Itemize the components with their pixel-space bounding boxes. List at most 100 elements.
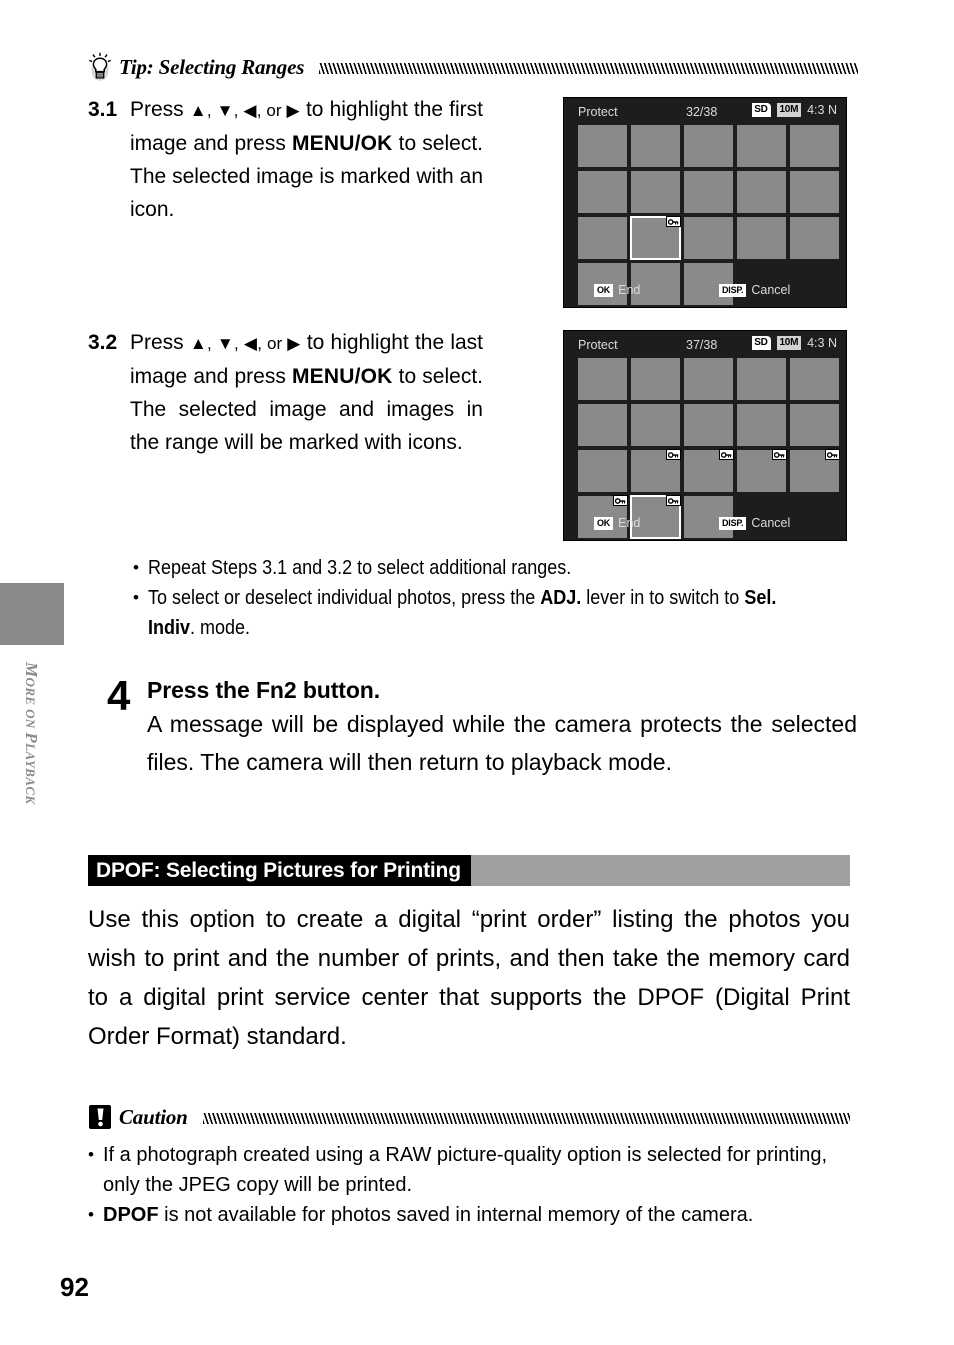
disp-key-icon: DISP. [719, 516, 747, 530]
lcd-thumbnail[interactable] [630, 216, 681, 260]
list-item-text: If a photograph created using a RAW pict… [103, 1140, 850, 1200]
lcd-thumbnail[interactable] [631, 171, 680, 213]
lcd-1-disp-hint[interactable]: DISP. Cancel [719, 283, 790, 297]
lcd-1-title: Protect [578, 105, 618, 119]
lcd-1-count: 32/38 [686, 105, 718, 119]
caution-notes-list: • If a photograph created using a RAW pic… [88, 1140, 850, 1230]
bullet-dot-icon: • [133, 558, 139, 577]
lcd-thumbnail[interactable] [737, 171, 786, 213]
list-item: • Repeat Steps 3.1 and 3.2 to select addi… [133, 553, 858, 583]
lcd-thumbnail[interactable] [790, 217, 839, 259]
lcd-2-ok-label: End [618, 516, 641, 530]
tip-callout-header: Tip: Selecting Ranges [88, 50, 858, 84]
lcd-thumbnail[interactable] [684, 125, 733, 167]
list-item-text: Repeat Steps 3.1 and 3.2 to select addit… [148, 553, 787, 583]
caution-title: Caution [119, 1104, 188, 1129]
dpof-body-text: Use this option to create a digital “pri… [88, 906, 850, 1050]
lcd-1-thumbnail-grid[interactable] [578, 125, 839, 305]
lcd-2-badges: SD 10M 4:3 N [752, 336, 837, 350]
image-size-badge: 10M [776, 103, 802, 117]
substep-3-2-part-a: Press [130, 331, 190, 354]
substep-3-2-arrows: ▲, ▼, ◀, or ▶ [189, 334, 301, 353]
substep-3-1-number: 3.1 [88, 98, 118, 121]
lcd-thumbnail[interactable] [684, 358, 733, 400]
lcd-thumbnail[interactable] [737, 404, 786, 446]
lcd-thumbnail[interactable] [737, 125, 786, 167]
emphasis-text: DPOF [103, 1204, 159, 1226]
lightbulb-icon [88, 52, 112, 82]
substep-3-2-bold: MENU/OK [291, 365, 393, 388]
tip-title: Tip: Selecting Ranges [119, 54, 305, 79]
dpof-section-bar: DPOF: Selecting Pictures for Printing [88, 855, 850, 886]
lcd-thumbnail[interactable] [578, 358, 627, 400]
lcd-thumbnail[interactable] [790, 125, 839, 167]
lcd-thumbnail[interactable] [737, 217, 786, 259]
substep-3-1-arrows: ▲, ▼, ◀, or ▶ [189, 101, 300, 120]
chapter-tab-label-layback: LAYBACK [23, 743, 38, 805]
emphasis-text: ADJ. [540, 587, 582, 609]
caution-callout: Caution • If a photograph created using a… [88, 1100, 850, 1230]
protect-lock-icon [772, 449, 787, 460]
page-number: 92 [60, 1272, 89, 1302]
lcd-thumbnail[interactable] [790, 449, 840, 492]
plain-text: If a photograph created using a RAW pict… [103, 1144, 828, 1196]
protect-lock-icon [666, 216, 681, 227]
lcd-thumbnail[interactable] [790, 358, 839, 400]
bullet-dot-icon: • [88, 1205, 94, 1224]
aspect-ratio-label: 4:3 N [807, 103, 837, 117]
plain-text: . mode. [190, 617, 251, 639]
lcd-thumbnail[interactable] [684, 217, 733, 259]
plain-text: lever in to switch to [581, 587, 745, 609]
bullet-dot-icon: • [88, 1145, 94, 1164]
caution-exclamation-icon [88, 1104, 112, 1130]
lcd-thumbnail[interactable] [631, 449, 681, 492]
ok-key-icon: OK [594, 516, 614, 530]
lcd-thumbnail[interactable] [737, 358, 786, 400]
substep-3-1-part-a: Press [130, 98, 190, 121]
list-item-text: To select or deselect individual photos,… [148, 583, 787, 643]
lcd-thumbnail[interactable] [684, 449, 734, 492]
lcd-thumbnail[interactable] [631, 404, 680, 446]
lcd-thumbnail[interactable] [684, 171, 733, 213]
plain-text: Repeat Steps 3.1 and 3.2 to select addit… [148, 557, 572, 579]
chapter-tab-label-m: M [22, 662, 41, 678]
lcd-2-count: 37/38 [686, 338, 718, 352]
chapter-tab-label-oreon: ORE ON [23, 677, 38, 733]
lcd-2-disp-hint[interactable]: DISP. Cancel [719, 516, 790, 530]
lcd-thumbnail[interactable] [790, 171, 839, 213]
lcd-thumbnail[interactable] [790, 404, 839, 446]
step-4-number: 4 [107, 672, 131, 719]
lcd-2-disp-label: Cancel [751, 516, 791, 530]
lcd-thumbnail[interactable] [737, 449, 787, 492]
list-item-text: DPOF is not available for photos saved i… [103, 1200, 850, 1230]
protect-lock-icon [825, 449, 840, 460]
camera-lcd-screen-1: Protect 32/38 SD 10M 4:3 N OK End DISP. … [563, 97, 847, 308]
lcd-thumbnail[interactable] [578, 171, 627, 213]
camera-lcd-screen-2: Protect 37/38 SD 10M 4:3 N OK End DISP. … [563, 330, 847, 541]
step-4: 4 Press the Fn2 button. A message will b… [107, 675, 857, 781]
lcd-1-ok-hint[interactable]: OK End [594, 283, 640, 297]
list-item: • If a photograph created using a RAW pic… [88, 1140, 850, 1200]
lcd-thumbnail[interactable] [578, 450, 627, 492]
lcd-thumbnail[interactable] [684, 404, 733, 446]
lcd-2-footer: OK End DISP. Cancel [564, 516, 846, 534]
lcd-thumbnail[interactable] [578, 404, 627, 446]
lcd-thumbnail[interactable] [631, 358, 680, 400]
lcd-1-disp-label: Cancel [751, 283, 791, 297]
list-item: • DPOF is not available for photos saved … [88, 1200, 850, 1230]
sd-card-icon: SD [752, 336, 771, 350]
tip-hatch-rule [319, 63, 858, 74]
lcd-2-thumbnail-grid[interactable] [578, 358, 840, 539]
chapter-tab-label-p: P [22, 732, 41, 744]
lcd-thumbnail[interactable] [578, 217, 627, 259]
lcd-1-footer: OK End DISP. Cancel [564, 283, 846, 301]
protect-lock-icon [666, 449, 681, 460]
step-4-title: Press the Fn2 button. [147, 677, 381, 703]
substep-3-2-number: 3.2 [88, 331, 118, 354]
lcd-2-ok-hint[interactable]: OK End [594, 516, 640, 530]
disp-key-icon: DISP. [719, 283, 747, 297]
lcd-thumbnail[interactable] [631, 125, 680, 167]
list-item: • To select or deselect individual photos… [133, 583, 858, 643]
protect-lock-icon [613, 495, 628, 506]
lcd-thumbnail[interactable] [578, 125, 627, 167]
